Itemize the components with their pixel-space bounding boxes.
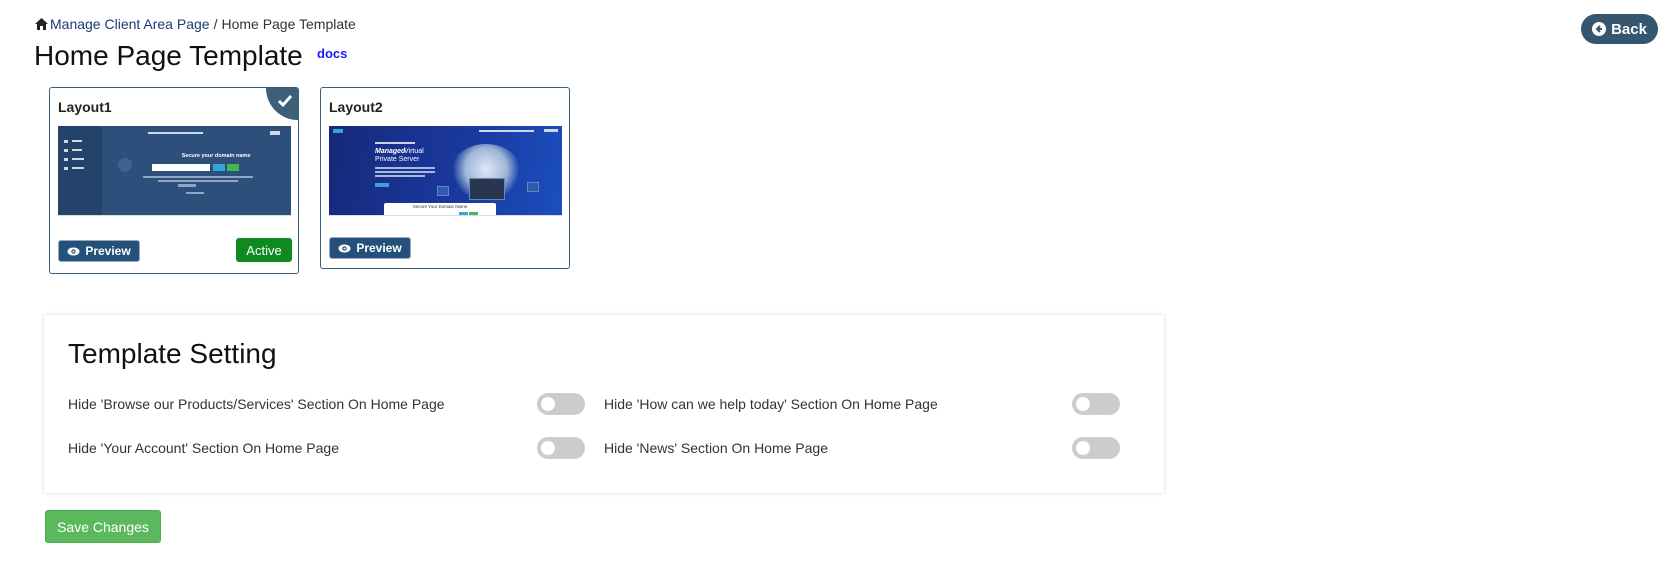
setting-label-how-can-we-help: Hide 'How can we help today' Section On … [604,396,938,412]
save-changes-button[interactable]: Save Changes [45,510,161,543]
layout2-thumbnail: Managed Virtual Private Server Secure Yo… [329,126,562,216]
layout-name: Layout1 [58,99,112,115]
setting-label-browse-products: Hide 'Browse our Products/Services' Sect… [68,396,445,412]
layout2-domain-box-text: Secure Your Domain Name [412,204,468,209]
toggle-your-account[interactable] [537,437,585,459]
preview-button-layout2[interactable]: Preview [329,237,411,259]
layout-card-layout2[interactable]: Layout2 Managed Virtual Private Server S… [320,87,570,269]
breadcrumb-current: Home Page Template [221,16,356,32]
setting-label-news: Hide 'News' Section On Home Page [604,440,829,456]
layout2-hero-line2: Private Server [375,156,420,163]
eye-icon [67,247,80,255]
page-title: Home Page Template [34,40,303,71]
toggle-knob [1076,397,1090,411]
settings-title: Template Setting [68,338,277,369]
home-icon[interactable] [34,17,49,31]
layout1-hero-text: Secure your domain name [181,153,251,159]
layout-name: Layout2 [329,99,383,115]
selected-badge [266,88,298,120]
layout1-thumbnail: Secure your domain name [58,126,291,216]
toggle-browse-products[interactable] [537,393,585,415]
toggle-news[interactable] [1072,437,1120,459]
breadcrumb: Manage Client Area Page / Home Page Temp… [34,16,356,32]
layout2-hero-line1: Virtual [404,148,424,155]
toggle-knob [541,397,555,411]
back-button-label: Back [1611,20,1647,38]
active-status-badge: Active [236,238,292,262]
layout-card-layout1[interactable]: Layout1 Secure your domain name Preview … [49,87,299,274]
setting-label-your-account: Hide 'Your Account' Section On Home Page [68,440,339,456]
toggle-how-can-we-help[interactable] [1072,393,1120,415]
preview-button-layout1[interactable]: Preview [58,240,140,262]
template-settings-panel: Template Setting Hide 'Browse our Produc… [43,314,1165,494]
breadcrumb-separator: / [213,16,218,32]
layout2-hero-emphasis: Managed [375,148,406,155]
check-icon [277,95,293,108]
toggle-knob [1076,441,1090,455]
preview-button-label: Preview [85,244,131,258]
toggle-knob [541,441,555,455]
arrow-left-circle-icon [1592,22,1607,36]
docs-link[interactable]: docs [317,46,347,61]
preview-button-label: Preview [356,241,402,255]
breadcrumb-parent-link[interactable]: Manage Client Area Page [50,16,210,32]
eye-icon [338,244,351,252]
back-button[interactable]: Back [1581,14,1658,44]
